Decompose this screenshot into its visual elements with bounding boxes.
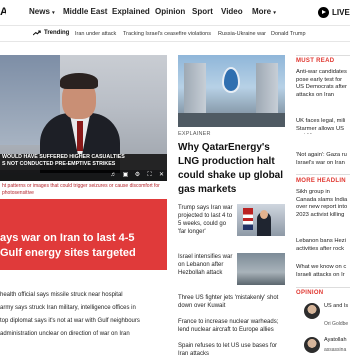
nav-sport[interactable]: Sport (192, 7, 213, 16)
captions-icon[interactable]: ▣ (122, 172, 129, 179)
live-label: LIVE (332, 7, 350, 17)
chevron-down-icon: ▾ (273, 10, 276, 16)
flag (243, 208, 253, 230)
must-read-item[interactable]: Anti-war candidates pose early test for … (296, 69, 350, 107)
must-read-heading: MUST READ (296, 58, 335, 64)
avatar[interactable] (304, 303, 320, 319)
speaker-tie (77, 121, 83, 151)
more-headlines-heading: MORE HEADLIN (296, 178, 346, 184)
trending-item[interactable]: Tracking Israel's ceasefire violations (123, 31, 211, 37)
opinion-author: assassina (324, 347, 347, 353)
close-icon[interactable]: ✕ (158, 172, 165, 179)
headline-item[interactable]: Lebanon bans Hezi activities after rock (296, 238, 350, 254)
story-link[interactable]: France to increase nuclear warheads; len… (178, 318, 284, 334)
fullscreen-icon[interactable]: ⛶ (146, 172, 153, 179)
divider (296, 55, 350, 56)
nav-more[interactable]: More ▾ (252, 7, 276, 16)
opinion-title[interactable]: Ayatollah (324, 337, 347, 343)
divider (296, 174, 350, 175)
trending-item[interactable]: Iran under attack (75, 31, 116, 37)
nav-video[interactable]: Video (221, 7, 243, 16)
list-item[interactable]: health official says missile struck near… (0, 291, 167, 299)
hero-video[interactable]: WOULD HAVE SUFFERED HIGHER CASUALTIES S … (0, 55, 167, 181)
trending-up-icon (33, 30, 41, 36)
chevron-down-icon: ▾ (52, 10, 55, 16)
headline-item[interactable]: What we know on c Israeli attacks on Ir (296, 264, 350, 280)
list-item[interactable]: top diplomat says it's not at war with G… (0, 317, 167, 325)
opinion-author: Ori Goldbe (324, 321, 349, 327)
site-logo[interactable]: A (0, 6, 6, 18)
photosensitivity-warning: ht patterns or images that could trigger… (0, 181, 167, 199)
speaker-hair (60, 73, 98, 89)
story-link[interactable]: Trump says Iran war projected to last 4 … (178, 204, 234, 236)
story-link[interactable]: Israel intensifies war on Lebanon after … (178, 253, 234, 277)
trending-bar: Trending Iran under attack Tracking Isra… (0, 25, 350, 42)
nav-middle-east[interactable]: Middle East (63, 7, 107, 16)
list-item[interactable]: administration unclear on direction of w… (0, 330, 167, 338)
volume-icon[interactable]: ♬ (110, 172, 117, 179)
feature-image[interactable] (178, 55, 285, 127)
story-link[interactable]: Spain refuses to let US use bases for Ir… (178, 342, 284, 358)
feature-kicker: EXPLAINER (178, 131, 211, 137)
must-read-item[interactable]: 'Not again': Gaza ru Israel's war on Ira… (296, 152, 350, 168)
nav-explained[interactable]: Explained (112, 7, 150, 16)
top-navigation: A News ▾ Middle East Explained Opinion S… (0, 0, 350, 25)
hero-headline[interactable]: ays war on Iran to last 4-5 Gulf energy … (0, 231, 167, 260)
live-button[interactable]: LIVE (318, 6, 350, 18)
feature-title[interactable]: Why QatarEnergy's LNG production halt co… (178, 141, 286, 197)
video-controls: ♬ ▣ ⚙ ⛶ ✕ (0, 170, 167, 181)
avatar[interactable] (304, 337, 320, 353)
speaker-face (260, 210, 268, 219)
hero-story[interactable]: WOULD HAVE SUFFERED HIGHER CASUALTIES S … (0, 55, 167, 270)
story-thumbnail[interactable] (237, 204, 285, 236)
story-thumbnail[interactable] (237, 253, 285, 285)
opinion-heading: OPINION (296, 290, 324, 296)
play-icon (318, 6, 329, 18)
trending-item[interactable]: Donald Trump (271, 31, 306, 37)
qatarenergy-logo (222, 67, 240, 93)
trending-label: Trending (33, 30, 69, 36)
story-link[interactable]: Three US fighter jets 'mistakenly' shot … (178, 294, 284, 310)
must-read-item[interactable]: UK faces legal, mili Starmer allows US a… (296, 118, 350, 134)
trending-item[interactable]: Russia-Ukraine war (218, 31, 266, 37)
opinion-title[interactable]: US and Is (324, 303, 348, 309)
list-item[interactable]: army says struck Iran military, intellig… (0, 304, 167, 312)
divider (296, 287, 350, 288)
nav-opinion[interactable]: Opinion (155, 7, 185, 16)
settings-icon[interactable]: ⚙ (134, 172, 141, 179)
headline-item[interactable]: Sikh group in Canada slams India over ne… (296, 189, 350, 227)
nav-news[interactable]: News ▾ (29, 7, 55, 16)
video-caption: WOULD HAVE SUFFERED HIGHER CASUALTIES S … (0, 154, 167, 170)
hero-related-list: health official says missile struck near… (0, 291, 167, 343)
street (178, 113, 285, 127)
